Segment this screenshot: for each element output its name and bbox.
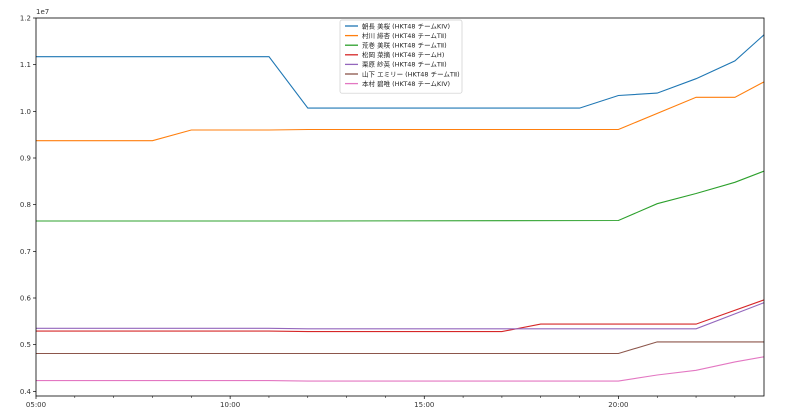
- x-tick-label: 20:00: [608, 401, 628, 409]
- y-tick-label: 0.8: [20, 201, 31, 209]
- series-line-5: [36, 302, 765, 330]
- legend-label: 本村 碧唯 (HKT48 チームKIV): [362, 79, 450, 88]
- y-tick-label: 0.5: [20, 341, 31, 349]
- legend-label: 栗原 紗英 (HKT48 チームTⅡ): [362, 60, 447, 69]
- legend-label: 村川 緋杏 (HKT48 チームTⅡ): [362, 31, 447, 40]
- legend-label: 山下 エミリー (HKT48 チームTⅡ): [362, 69, 460, 78]
- y-tick-label: 0.9: [20, 155, 31, 163]
- x-tick-label: 10:00: [220, 401, 240, 409]
- y-tick-label: 1.2: [20, 15, 31, 23]
- series-line-6: [36, 341, 764, 355]
- series-line-3: [36, 170, 765, 222]
- x-tick-label: 05:00: [26, 401, 46, 409]
- y-tick-label: 0.4: [20, 388, 32, 396]
- series-line-7: [36, 356, 765, 382]
- legend: 朝長 美桜 (HKT48 チームKIV)村川 緋杏 (HKT48 チームTⅡ)荒…: [339, 19, 463, 94]
- y-tick-label: 0.7: [20, 248, 31, 256]
- legend-label: 松岡 菜摘 (HKT48 チームH): [362, 50, 444, 59]
- y-tick-label: 1.0: [20, 108, 31, 116]
- legend-label: 朝長 美桜 (HKT48 チームKIV): [362, 21, 450, 30]
- line-chart: 0.4 0.5 0.6 0.7 0.8 0.9 1.0 1.1 1.2 05:00 10:00 15:…: [20, 8, 765, 409]
- legend-label: 荒巻 美咲 (HKT48 チームTⅡ): [362, 41, 447, 50]
- series-line-4: [36, 299, 765, 333]
- y-scale-label: 1e7: [36, 8, 49, 16]
- y-tick-label: 1.1: [20, 61, 31, 69]
- x-tick-label: 15:00: [414, 401, 434, 409]
- y-tick-label: 0.6: [20, 295, 32, 303]
